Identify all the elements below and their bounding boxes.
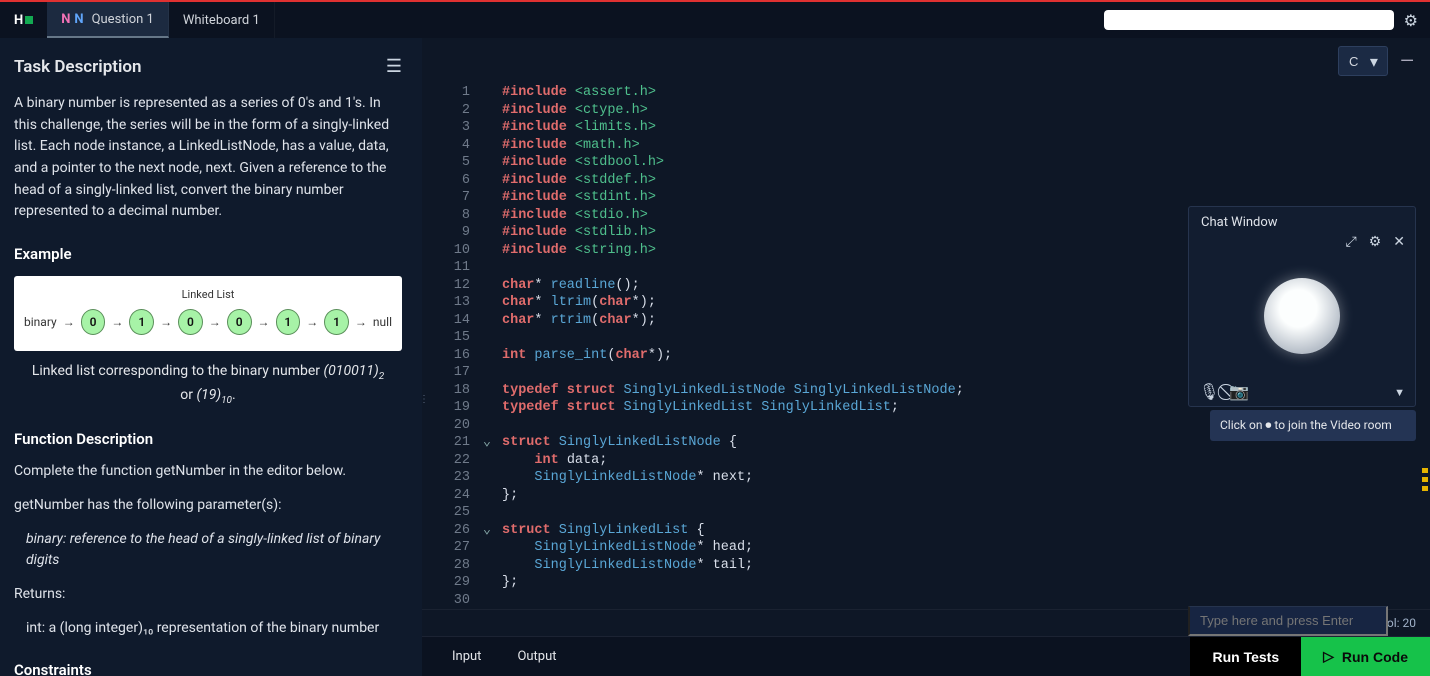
list-node: 0 <box>81 309 106 335</box>
chat-title: Chat Window <box>1201 215 1278 230</box>
panel-title: Task Description <box>14 57 142 77</box>
bottom-tab-input[interactable]: Input <box>436 639 497 674</box>
fold-icon[interactable]: ⌄ <box>483 523 491 538</box>
function-description-heading: Function Description <box>14 428 402 451</box>
panel-resize-handle[interactable]: ⋮ <box>419 398 429 402</box>
tab-label: Question 1 <box>92 12 154 27</box>
panel-menu-icon[interactable]: ☰ <box>386 56 402 77</box>
chat-settings-icon[interactable]: ⚙ <box>1369 234 1382 250</box>
diagram-caption: Linked list corresponding to the binary … <box>14 361 402 408</box>
linked-list-diagram: Linked List binary→0→1→0→0→1→1→null <box>14 276 402 351</box>
bottom-tab-output[interactable]: Output <box>501 639 572 674</box>
list-node: 1 <box>276 309 301 335</box>
returns-heading: Returns: <box>14 584 402 606</box>
returns-text: int: a (long integer)₁₀ representation o… <box>14 618 402 640</box>
run-tests-button[interactable]: Run Tests <box>1190 637 1301 676</box>
params-intro: getNumber has the following parameter(s)… <box>14 495 402 517</box>
fold-icon[interactable]: ⌄ <box>483 435 491 450</box>
play-icon: ▷ <box>1323 648 1334 665</box>
tab-indicators: N N <box>61 12 83 27</box>
candidate-name-bar <box>1104 10 1394 30</box>
logo[interactable]: H <box>0 2 47 38</box>
video-hint-tooltip: Click on ⏺ to join the Video room <box>1210 410 1416 441</box>
close-icon[interactable]: ✕ <box>1393 234 1405 250</box>
gear-icon[interactable]: ⚙ <box>1404 11 1418 30</box>
top-bar: H N N Question 1 Whiteboard 1 ⚙ <box>0 0 1430 38</box>
description-panel: Task Description ☰ A binary number is re… <box>0 38 422 676</box>
chevron-down-icon[interactable]: ▼ <box>1394 386 1405 399</box>
constraints-heading: Constraints <box>14 659 402 676</box>
video-preview[interactable] <box>1189 254 1415 378</box>
camera-off-icon[interactable]: ⃠📷 <box>1229 382 1249 402</box>
mic-icon[interactable]: 🎙 <box>1199 382 1219 402</box>
toolbar-collapse-icon[interactable]: — <box>1396 51 1418 72</box>
tab-label: Whiteboard 1 <box>183 13 260 28</box>
tab-question-1[interactable]: N N Question 1 <box>47 2 169 38</box>
tab-whiteboard-1[interactable]: Whiteboard 1 <box>169 2 275 38</box>
list-node: 0 <box>178 309 203 335</box>
list-node: 1 <box>324 309 349 335</box>
lint-markers <box>1422 468 1428 491</box>
example-heading: Example <box>14 243 402 266</box>
chat-input[interactable] <box>1188 606 1388 636</box>
language-select[interactable]: C <box>1338 46 1388 76</box>
run-code-button[interactable]: ▷ Run Code <box>1301 637 1430 676</box>
task-body: A binary number is represented as a seri… <box>14 93 402 223</box>
avatar <box>1264 278 1340 354</box>
list-node: 0 <box>227 309 252 335</box>
function-description: Complete the function getNumber in the e… <box>14 461 402 483</box>
fullscreen-icon[interactable]: ⤢ <box>1346 234 1357 250</box>
chat-window: Chat Window ⤢ ⚙ ✕ 🎙 ⃠📷 ▼ <box>1188 206 1416 407</box>
param-bullet: binary: reference to the head of a singl… <box>14 529 402 572</box>
logo-mark-icon <box>25 16 33 24</box>
list-node: 1 <box>129 309 154 335</box>
bottom-bar: Input Output Run Tests ▷ Run Code <box>422 636 1430 676</box>
